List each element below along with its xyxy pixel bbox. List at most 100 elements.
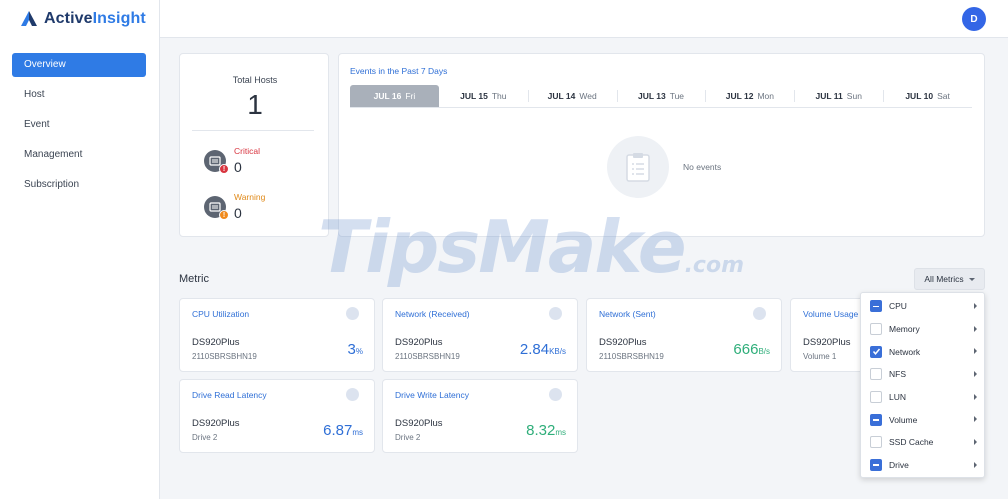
menu-item-lun[interactable]: LUN [861, 386, 984, 409]
metric-device: DS920Plus [803, 337, 851, 348]
chevron-right-icon [974, 325, 977, 332]
metric-device: DS920Plus [192, 337, 240, 348]
metric-serial: 2110SBRSBHN19 [395, 352, 460, 361]
day-tab-jul-13[interactable]: JUL 13 Tue [616, 85, 706, 107]
checkbox[interactable] [870, 368, 882, 381]
chevron-right-icon [974, 348, 977, 355]
checkbox[interactable] [870, 391, 882, 404]
app-logo[interactable]: ActiveInsight [20, 10, 146, 28]
metric-card-title: CPU Utilization [192, 309, 250, 319]
menu-item-nfs[interactable]: NFS [861, 363, 984, 386]
all-metrics-label: All Metrics [924, 274, 964, 284]
status-dot-icon [549, 307, 562, 320]
server-icon: ! [204, 196, 229, 220]
critical-label: Critical [234, 146, 260, 156]
sidebar-item-subscription[interactable]: Subscription [12, 173, 146, 197]
sidebar-nav: Overview Host Event Management Subscript… [12, 53, 146, 203]
chevron-right-icon [974, 303, 977, 309]
metric-value: 3% [347, 341, 363, 358]
day-tab-jul-16[interactable]: JUL 16 Fri [350, 85, 439, 107]
day-tab-jul-14[interactable]: JUL 14 Wed [527, 85, 617, 107]
checkbox-partial[interactable] [870, 413, 882, 426]
server-icon: ! [204, 150, 229, 174]
metric-device: DS920Plus [599, 337, 647, 348]
metric-value: 2.84KB/s [519, 341, 566, 358]
empty-document-icon [607, 136, 669, 198]
metric-value: 6.87ms [323, 422, 363, 439]
status-dot-icon [549, 388, 562, 401]
status-dot-icon [346, 388, 359, 401]
metric-drive: Drive 2 [395, 433, 421, 442]
day-tab-jul-15[interactable]: JUL 15 Thu [439, 85, 528, 107]
chevron-right-icon [974, 393, 977, 400]
total-hosts-label: Total Hosts [232, 75, 278, 85]
chevron-right-icon [974, 371, 977, 378]
user-avatar[interactable]: D [962, 7, 986, 31]
sidebar-item-host[interactable]: Host [12, 83, 146, 107]
checkbox-checked[interactable] [870, 345, 882, 358]
metric-card-title: Volume Usage T [803, 309, 863, 319]
divider [192, 130, 314, 131]
metric-card-title: Network (Sent) [599, 309, 656, 319]
checkbox[interactable] [870, 323, 882, 336]
menu-item-cpu[interactable]: CPU [861, 295, 984, 318]
metric-card-cpu-utilization[interactable]: CPU Utilization DS920Plus 2110SBRSBHN19 … [179, 298, 375, 372]
checkbox[interactable] [870, 436, 882, 449]
empty-state: No events [607, 136, 721, 198]
metric-device: DS920Plus [395, 418, 443, 429]
metric-device: DS920Plus [395, 337, 443, 348]
day-tab-jul-11[interactable]: JUL 11 Sun [794, 85, 883, 107]
metric-value: 8.32ms [526, 422, 566, 439]
metric-card-drive-read-latency[interactable]: Drive Read Latency DS920Plus Drive 2 6.8… [179, 379, 375, 453]
checkbox-partial[interactable] [870, 300, 882, 313]
warning-count: 0 [234, 205, 242, 221]
menu-item-drive[interactable]: Drive [861, 454, 984, 477]
metric-serial: 2110SBRSBHN19 [192, 352, 257, 361]
metric-section-title: Metric [179, 273, 209, 285]
checkbox-partial[interactable] [870, 459, 882, 472]
metric-card-drive-write-latency[interactable]: Drive Write Latency DS920Plus Drive 2 8.… [382, 379, 578, 453]
day-tab-jul-10[interactable]: JUL 10 Sat [883, 85, 972, 107]
sidebar-item-management[interactable]: Management [12, 143, 146, 167]
menu-item-memory[interactable]: Memory [861, 318, 984, 341]
all-metrics-dropdown-button[interactable]: All Metrics [914, 268, 985, 290]
sidebar-item-event[interactable]: Event [12, 113, 146, 137]
caret-down-icon [968, 277, 975, 281]
app-name: ActiveInsight [44, 10, 146, 27]
status-dot-icon [753, 307, 766, 320]
day-tabs: JUL 16 Fri JUL 15 Thu JUL 14 Wed JUL 13 Tue … [350, 85, 972, 108]
menu-item-network[interactable]: Network [861, 340, 984, 363]
no-events-text: No events [683, 162, 722, 172]
critical-count: 0 [234, 159, 242, 175]
warning-alert-icon: ! [219, 210, 229, 220]
total-hosts-value[interactable]: 1 [180, 89, 330, 121]
metric-volume: Volume 1 [803, 352, 837, 361]
chevron-right-icon [974, 439, 977, 446]
metric-card-title: Network (Received) [395, 309, 470, 319]
events-title: Events in the Past 7 Days [350, 66, 448, 76]
sidebar-item-overview[interactable]: Overview [12, 53, 146, 77]
metric-serial: 2110SBRSBHN19 [599, 352, 664, 361]
metric-card-title: Drive Read Latency [192, 390, 267, 400]
activeinsight-logo-icon [21, 11, 37, 26]
status-dot-icon [346, 307, 359, 320]
events-card: Events in the Past 7 Days JUL 16 Fri JUL … [338, 53, 985, 237]
critical-alert-icon: ! [219, 164, 229, 174]
sidebar: ActiveInsight Overview Host Event Manage… [0, 0, 160, 499]
metric-card-network-received[interactable]: Network (Received) DS920Plus 2110SBRSBHN… [382, 298, 578, 372]
metric-card-network-sent[interactable]: Network (Sent) DS920Plus 2110SBRSBHN19 6… [586, 298, 782, 372]
warning-label: Warning [234, 192, 266, 202]
metric-value: 666B/s [733, 341, 770, 358]
metric-drive: Drive 2 [192, 433, 218, 442]
metric-card-title: Drive Write Latency [395, 390, 470, 400]
metric-device: DS920Plus [192, 418, 240, 429]
host-summary-card: Total Hosts 1 ! Critical 0 ! Warning 0 [179, 53, 329, 237]
top-bar: D [160, 0, 1008, 38]
all-metrics-menu: CPU Memory Network NFS LUN Volume SSD Ca… [860, 292, 985, 478]
critical-status[interactable]: ! Critical 0 [204, 146, 260, 175]
day-tab-jul-12[interactable]: JUL 12 Mon [705, 85, 794, 107]
menu-item-volume[interactable]: Volume [861, 408, 984, 431]
warning-status[interactable]: ! Warning 0 [204, 192, 265, 221]
menu-item-ssd-cache[interactable]: SSD Cache [861, 431, 984, 454]
chevron-right-icon [974, 416, 977, 423]
